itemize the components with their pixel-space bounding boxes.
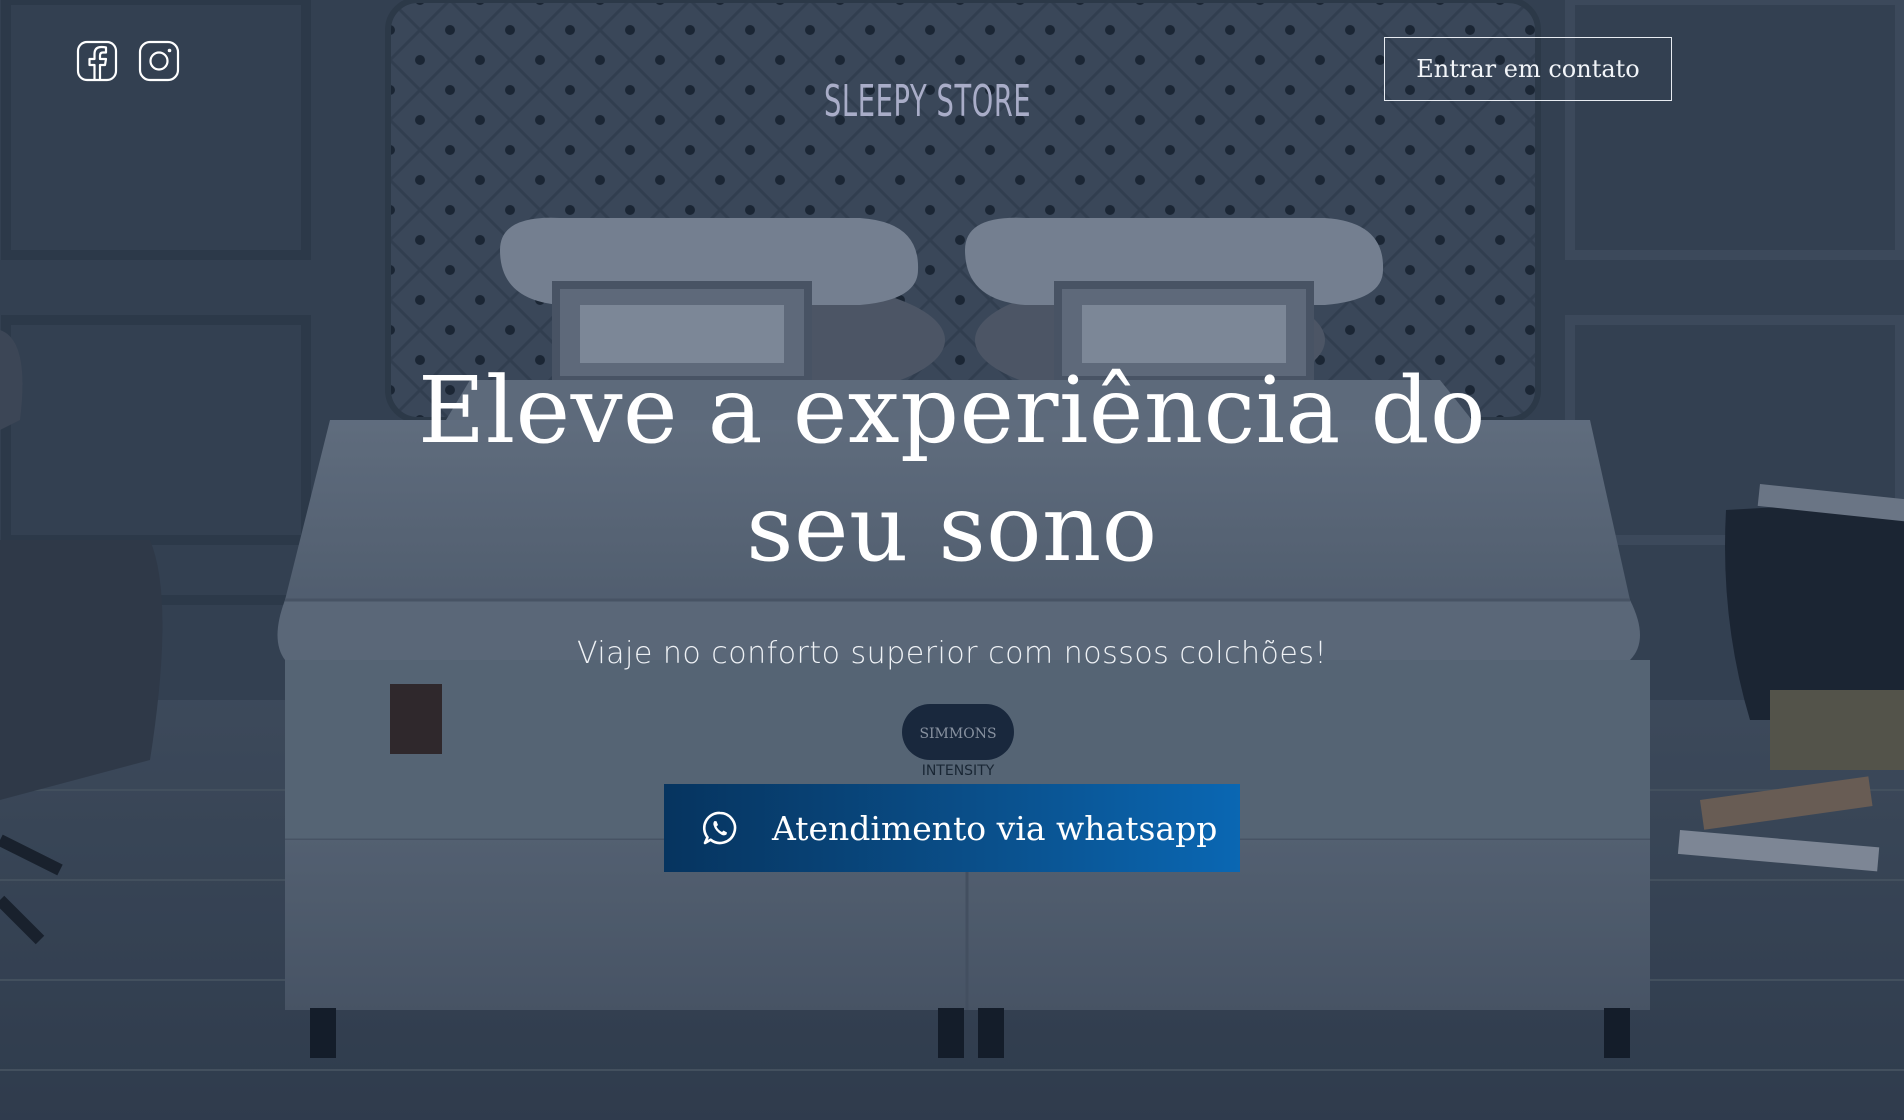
- hero-headline: Eleve a experiência do seu sono: [352, 352, 1552, 588]
- whatsapp-icon: [702, 811, 737, 845]
- whatsapp-cta-label: Atendimento via whatsapp: [772, 808, 1218, 848]
- logo-text: SLEEPY STORE: [824, 75, 1032, 127]
- instagram-icon[interactable]: [138, 40, 180, 82]
- contact-button[interactable]: Entrar em contato: [1384, 37, 1672, 101]
- brand-logo[interactable]: SLEEPY STORE: [818, 54, 1088, 148]
- hero-headline-line-2: seu sono: [746, 475, 1158, 582]
- hero-headline-line-1: Eleve a experiência do: [418, 357, 1486, 464]
- hero-section: SIMMONS INTENSITY SLEEPY STORE Entrar em…: [0, 0, 1904, 1120]
- whatsapp-cta-button[interactable]: Atendimento via whatsapp: [664, 784, 1240, 872]
- facebook-icon[interactable]: [76, 40, 118, 82]
- social-links: [76, 40, 180, 82]
- contact-button-label: Entrar em contato: [1416, 55, 1640, 83]
- hero-subtitle: Viaje no conforto superior com nossos co…: [576, 636, 1328, 671]
